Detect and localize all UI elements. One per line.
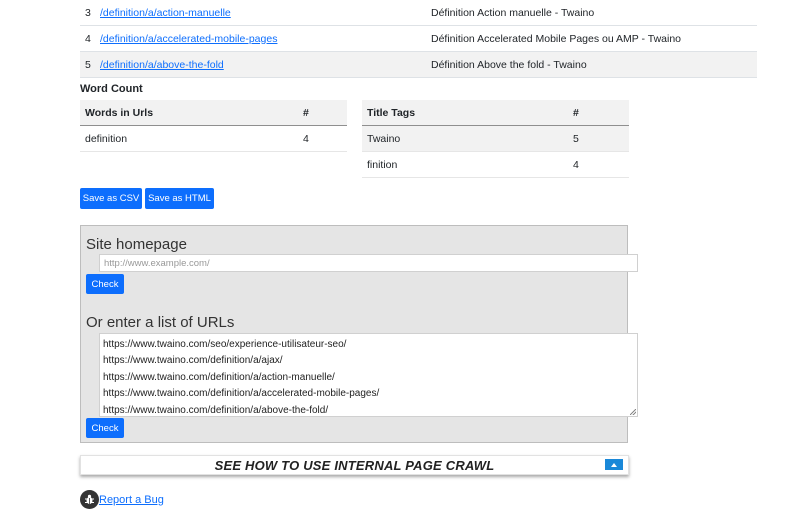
- url-list-line: https://www.twaino.com/definition/a/ajax…: [103, 355, 283, 367]
- results-table: 3 /definition/a/action-manuelle Définiti…: [80, 0, 757, 78]
- url-list-textarea[interactable]: https://www.twaino.com/seo/experience-ut…: [99, 333, 638, 417]
- word-cell: definition: [85, 132, 128, 145]
- table-header: Words in Urls #: [80, 100, 347, 126]
- word-cell: Twaino: [367, 132, 401, 145]
- url-list-line: https://www.twaino.com/definition/a/abov…: [103, 404, 329, 416]
- url-words-table: Words in Urls # definition 4: [80, 100, 347, 152]
- row-number: 3: [85, 6, 91, 19]
- url-list-line: https://www.twaino.com/definition/a/acce…: [103, 388, 380, 400]
- result-title: Définition Action manuelle - Twaino: [431, 6, 595, 19]
- report-bug[interactable]: Report a Bug: [80, 490, 164, 509]
- column-header-count: #: [573, 106, 579, 119]
- expand-toggle-button[interactable]: [605, 459, 623, 470]
- result-url-link[interactable]: /definition/a/action-manuelle: [100, 7, 231, 19]
- row-number: 5: [85, 58, 91, 71]
- report-bug-link[interactable]: Report a Bug: [99, 494, 164, 506]
- homepage-input[interactable]: [99, 254, 638, 272]
- count-cell: 4: [303, 132, 309, 145]
- url-list-line: https://www.twaino.com/seo/experience-ut…: [103, 339, 347, 350]
- caret-up-icon: [611, 462, 617, 467]
- save-csv-button[interactable]: Save as CSV: [80, 188, 142, 209]
- table-row: finition 4: [362, 152, 629, 178]
- homepage-heading: Site homepage: [86, 236, 187, 253]
- result-url-link[interactable]: /definition/a/above-the-fold: [100, 59, 224, 71]
- column-header-words: Title Tags: [367, 106, 416, 119]
- title-words-table: Title Tags # Twaino 5 finition 4: [362, 100, 629, 178]
- check-homepage-button[interactable]: Check: [86, 274, 124, 294]
- count-cell: 5: [573, 132, 579, 145]
- save-html-button[interactable]: Save as HTML: [145, 188, 214, 209]
- howto-label: SEE HOW TO USE INTERNAL PAGE CRAWL: [214, 458, 495, 473]
- result-title: Définition Above the fold - Twaino: [431, 58, 587, 71]
- count-cell: 4: [573, 158, 579, 171]
- table-row: definition 4: [80, 126, 347, 152]
- result-title: Définition Accelerated Mobile Pages ou A…: [431, 32, 682, 45]
- url-list-line: https://www.twaino.com/definition/a/acti…: [103, 371, 335, 383]
- url-list-heading: Or enter a list of URLs: [86, 314, 235, 331]
- column-header-count: #: [303, 106, 309, 119]
- row-number: 4: [85, 32, 91, 45]
- bug-icon: [80, 490, 99, 509]
- column-header-words: Words in Urls: [85, 106, 154, 119]
- check-url-list-button[interactable]: Check: [86, 418, 124, 438]
- table-row: 4 /definition/a/accelerated-mobile-pages…: [80, 26, 757, 52]
- table-header: Title Tags #: [362, 100, 629, 126]
- howto-banner[interactable]: SEE HOW TO USE INTERNAL PAGE CRAWL: [80, 455, 629, 475]
- word-cell: finition: [367, 158, 398, 171]
- crawl-form-panel: Site homepage Check Or enter a list of U…: [80, 225, 638, 443]
- table-row: Twaino 5: [362, 126, 629, 152]
- table-row: 5 /definition/a/above-the-fold Définitio…: [80, 52, 757, 78]
- result-url-link[interactable]: /definition/a/accelerated-mobile-pages: [100, 33, 277, 45]
- word-count-heading: Word Count: [80, 83, 143, 95]
- table-row: 3 /definition/a/action-manuelle Définiti…: [80, 0, 757, 26]
- resize-handle[interactable]: [630, 409, 636, 415]
